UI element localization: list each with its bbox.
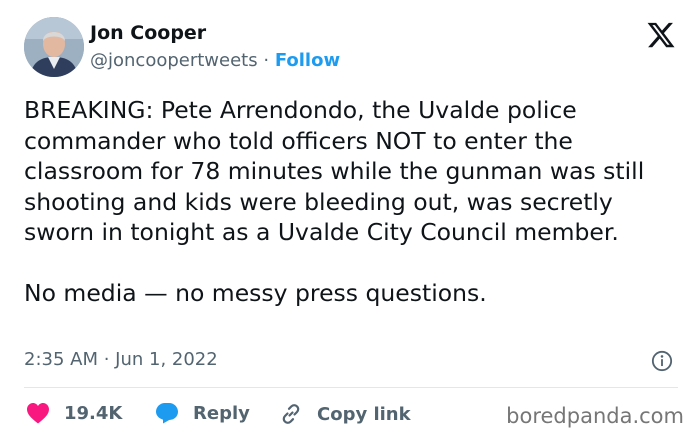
tweet-timestamp[interactable]: 2:35 AM · Jun 1, 2022 (24, 349, 218, 370)
separator-dot: · (263, 50, 270, 71)
link-icon (282, 404, 300, 424)
watermark: boredpanda.com (506, 404, 684, 428)
author-handle[interactable]: @joncoopertweets (90, 50, 258, 71)
reply-label: Reply (193, 402, 250, 424)
copy-link-label: Copy link (317, 403, 411, 425)
copy-link-button[interactable]: Copy link (279, 402, 411, 426)
author-name[interactable]: Jon Cooper (90, 22, 206, 44)
reply-bubble-icon (156, 403, 178, 424)
author-handle-line: @joncoopertweets · Follow (90, 50, 340, 71)
avatar[interactable] (24, 17, 84, 77)
heart-icon (27, 403, 49, 424)
divider (24, 387, 678, 388)
x-logo-icon[interactable] (646, 20, 676, 50)
avatar-photo (24, 17, 84, 77)
like-button[interactable]: 19.4K (26, 402, 122, 424)
like-count: 19.4K (64, 402, 123, 424)
reply-button[interactable]: Reply (155, 402, 250, 424)
info-icon[interactable] (651, 350, 673, 372)
follow-button[interactable]: Follow (275, 50, 340, 71)
tweet-text: BREAKING: Pete Arrendondo, the Uvalde po… (24, 96, 645, 307)
